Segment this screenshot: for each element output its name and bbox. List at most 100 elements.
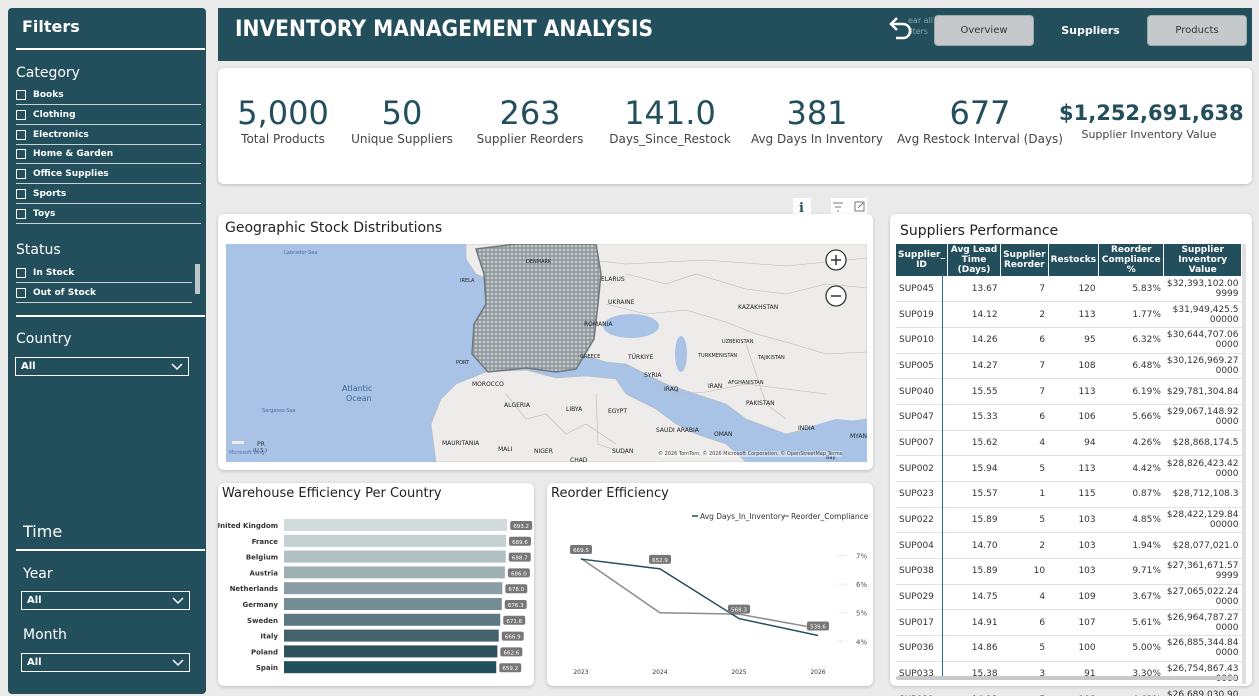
table-cell: 14.13: [947, 687, 1001, 696]
bar[interactable]: [284, 550, 506, 563]
bar[interactable]: [284, 598, 502, 610]
table-cell: 103: [1048, 532, 1099, 560]
table-row[interactable]: SUP047 15.33 6 106 5.66% $29,067,148.92 0000: [896, 404, 1242, 431]
inventory-value-cell: $30,644,707.06 0000: [1163, 327, 1242, 354]
inventory-value-line: $28,422,129.84: [1166, 510, 1239, 521]
column-header[interactable]: Supplier Inventory Value: [1163, 244, 1242, 276]
checkbox-icon[interactable]: [16, 109, 26, 120]
bar[interactable]: [284, 613, 501, 626]
table-row[interactable]: SUP036 14.86 5 100 5.00% $26,885,344.84 0000: [896, 635, 1242, 662]
overview-nav-button[interactable]: Overview: [934, 15, 1034, 46]
filters-panel: Filters Category Status Country All Time…: [8, 8, 206, 694]
column-header[interactable]: Avg Lead Time (Days): [947, 244, 1002, 276]
table-cell: SUP038: [896, 558, 948, 585]
checkbox-icon[interactable]: [16, 129, 26, 140]
table-row[interactable]: SUP002 15.94 5 113 4.42% $28,826,423.42 0000: [896, 455, 1242, 482]
bar[interactable]: [284, 645, 498, 658]
table-row[interactable]: SUP022 15.89 5 103 4.85% $28,422,129.84 00000: [896, 507, 1242, 534]
category-option-label: Home & Garden: [33, 149, 114, 160]
category-option[interactable]: Office Supplies: [16, 165, 201, 185]
table-cell: 14.12: [947, 301, 1001, 328]
inventory-value-line: $29,781,304.84: [1166, 386, 1239, 397]
table-cell: 6: [1000, 609, 1049, 637]
checkbox-icon[interactable]: [16, 149, 26, 160]
table-row[interactable]: SUP03315.383913.30%$26,754,867.430000: [896, 661, 1242, 688]
table-cell: 115: [1048, 481, 1099, 508]
inventory-value-line: $26,885,344.84: [1166, 638, 1239, 649]
table-row[interactable]: SUP045 13.67 7 120 5.83% $32,393,102.00 9999: [896, 276, 1242, 303]
map-place-label: Atlantic: [342, 384, 373, 393]
bar[interactable]: [284, 519, 508, 531]
right-axis-tick: 5%: [856, 610, 867, 618]
status-scrollbar[interactable]: [195, 264, 200, 294]
category-option[interactable]: Books: [16, 86, 201, 105]
category-option-label: Toys: [33, 208, 56, 219]
map-place-label: LIBYA: [566, 406, 583, 413]
table-row[interactable]: SUP040 15.55 7 113 6.19% $29,781,304.84: [896, 378, 1242, 405]
series-line-avg-days[interactable]: [580, 558, 819, 637]
year-dropdown[interactable]: All: [21, 591, 190, 610]
table-row[interactable]: SUP017 14.91 6 107 5.61% $26,964,787.27 0000: [896, 609, 1242, 637]
status-option[interactable]: Out of Stock: [16, 284, 192, 303]
table-row[interactable]: SUP005 14.27 7 108 6.48% $30,126,969.27 0000: [896, 353, 1242, 380]
checkbox-icon[interactable]: [16, 189, 26, 199]
map-attribution[interactable]: © 2026 TomTom, © 2026 Microsoft Corporat…: [658, 451, 843, 457]
month-dropdown[interactable]: All: [21, 653, 190, 672]
inventory-value-overflow: 0000: [1215, 597, 1239, 608]
table-row[interactable]: SUP019 14.12 2 113 1.77% $31,949,425.5 00000: [896, 301, 1242, 328]
column-header[interactable]: Supplier_ ID: [896, 244, 948, 276]
bar[interactable]: [284, 629, 499, 642]
country-dropdown[interactable]: All: [15, 357, 189, 376]
inventory-value-overflow: 0000: [1215, 340, 1239, 351]
back-arrow-icon[interactable]: [883, 12, 915, 44]
table-vertical-scrollbar[interactable]: [1242, 244, 1246, 684]
map-place-label: AFGHANISTAN: [728, 380, 764, 386]
category-option[interactable]: Home & Garden: [16, 145, 201, 165]
checkbox-icon[interactable]: [16, 288, 26, 298]
suppliers-nav-button[interactable]: Suppliers: [1048, 15, 1133, 46]
table-row[interactable]: SUP007 15.62 4 94 4.26% $28,868,174.5: [896, 430, 1242, 457]
checkbox-icon[interactable]: [16, 169, 26, 180]
table-row[interactable]: SUP02114.1351084.63%$26,689,030.909999: [896, 687, 1242, 696]
map-place-label: SAUDI ARABIA: [656, 427, 699, 434]
bar[interactable]: [284, 661, 497, 674]
table-row[interactable]: SUP023 15.57 1 115 0.87% $28,712,108.3: [896, 481, 1242, 508]
category-option[interactable]: Clothing: [16, 106, 201, 125]
category-option[interactable]: Sports: [16, 185, 201, 204]
month-label: Month: [23, 627, 67, 643]
table-horizontal-scrollbar[interactable]: [896, 676, 1236, 680]
kpi-tile: $1,252,691,638 Supplier Inventory Value: [1059, 94, 1244, 141]
products-nav-button[interactable]: Products: [1147, 15, 1247, 46]
country-value: All: [21, 361, 36, 372]
checkbox-icon[interactable]: [16, 90, 26, 100]
bar[interactable]: [284, 566, 505, 579]
table-row[interactable]: SUP004 14.70 2 103 1.94% $28,077,021.0: [896, 532, 1242, 560]
inventory-value-cell: $26,754,867.430000: [1163, 661, 1242, 688]
column-header[interactable]: Reorder Compliance %: [1098, 244, 1165, 276]
table-cell: SUP007: [896, 430, 948, 457]
inventory-value-line: $30,126,969.27: [1166, 355, 1239, 366]
status-option[interactable]: In Stock: [16, 264, 192, 283]
table-row[interactable]: SUP038 15.89 10 103 9.71% $27,361,671.57 9999: [896, 558, 1242, 585]
column-header[interactable]: Supplier Reorder: [1000, 244, 1049, 276]
stock-map[interactable]: Labrador Sea Atlantic Ocean Sargasso Sea PR(…: [226, 244, 867, 462]
checkbox-icon[interactable]: [16, 268, 26, 278]
geographic-stock-card: Geographic Stock Distributions Labrador …: [218, 214, 873, 470]
zoom-out-icon[interactable]: [824, 284, 848, 308]
table-row[interactable]: SUP029 14.75 4 109 3.67% $27,065,022.24 0000: [896, 584, 1242, 611]
category-option[interactable]: Electronics: [16, 126, 201, 145]
bar[interactable]: [284, 582, 503, 595]
zoom-in-icon[interactable]: [824, 248, 848, 272]
table-cell: 7: [1000, 353, 1049, 380]
table-row[interactable]: SUP010 14.26 6 95 6.32% $30,644,707.06 0000: [896, 327, 1242, 354]
table-cell: 1: [1000, 481, 1049, 508]
category-option[interactable]: Toys: [16, 205, 201, 224]
point-label: 568.3: [731, 608, 747, 614]
table-cell: 6.19%: [1098, 378, 1164, 405]
checkbox-icon[interactable]: [16, 208, 26, 219]
right-axis-tick: 7%: [856, 553, 867, 561]
column-header[interactable]: Restocks: [1048, 244, 1100, 276]
bar[interactable]: [284, 534, 507, 547]
table-cell: 14.75: [947, 584, 1001, 611]
bar-value-label: 662.6: [503, 650, 519, 656]
